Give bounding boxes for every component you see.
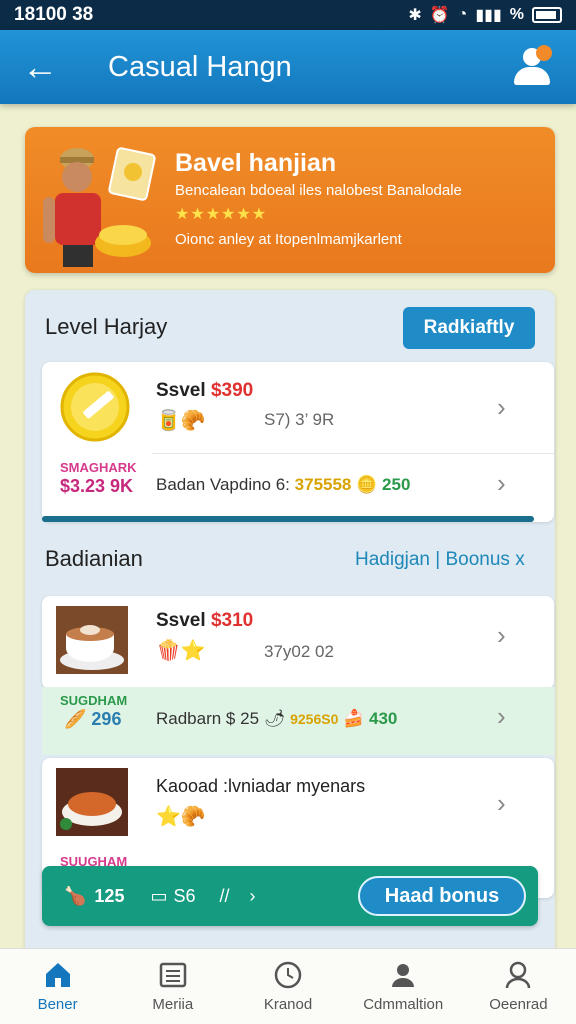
chevron-right-icon[interactable]: › <box>497 701 506 732</box>
badian-item3-title: Kaooad :lvniadar myenars <box>156 776 366 796</box>
wifi-icon: ◔ <box>457 6 468 23</box>
food-icons: 🥫🥐 <box>156 410 206 432</box>
chevron-right-icon[interactable]: › <box>497 620 506 651</box>
nav-item-home[interactable]: Bener <box>0 949 115 1024</box>
banner-rating-stars: ★★★★★★ <box>175 206 268 223</box>
person-badge-icon <box>392 964 415 987</box>
coffee-cup-icon <box>56 606 128 674</box>
nav-item-community[interactable]: Cdmmaltion <box>346 949 461 1024</box>
nav-label: Meriia <box>152 996 194 1013</box>
food-icons: ⭐🥐 <box>156 806 206 828</box>
promo-banner[interactable]: Bavel hanjian Bencalean bdoeal iles nalo… <box>25 127 555 273</box>
back-arrow-icon[interactable]: ← <box>22 49 68 85</box>
badian-detail-row: Radbarn $ 25 🌶 9256S0 🍰 430 <box>156 709 398 728</box>
level-tag-value: $3.23 9K <box>60 476 134 496</box>
battery-percent: % <box>509 6 524 23</box>
bonus-separator: // <box>219 885 230 906</box>
cake-icon: 🍰 <box>343 709 365 728</box>
badian-tag-value: 🥖 296 <box>64 709 122 729</box>
user-icon <box>506 961 531 989</box>
level-item-title: Ssvel $390 <box>156 380 254 401</box>
level-progress-bar <box>42 516 534 522</box>
nav-label: Bener <box>37 996 78 1013</box>
badian-tabs-link[interactable]: Hadigjan | Boonus x <box>355 549 525 571</box>
menu-list-icon <box>159 962 187 988</box>
coin-stack-icon: 🪙 <box>356 475 378 494</box>
status-bar: 18100 38 ✱ ⏰ ◔ ▮▮▮ % <box>0 0 576 30</box>
status-icons: ✱ ⏰ ◔ ▮▮▮ % <box>408 5 562 25</box>
chevron-right-icon[interactable]: › <box>250 886 256 907</box>
nav-item-menu[interactable]: Meriia <box>115 949 230 1024</box>
status-time: 18100 38 <box>14 4 94 25</box>
level-card: Ssvel $390 🥫🥐 S7) 3’ 9R › SMAGHARK $3.23… <box>42 362 554 522</box>
badian-tag: SUGDHAM <box>60 693 128 708</box>
level-action-button[interactable]: Radkiaftly <box>403 307 535 349</box>
meat-icon: 🍗 <box>64 885 87 906</box>
nav-item-clock[interactable]: Kranod <box>230 949 345 1024</box>
divider <box>152 453 554 454</box>
list-item[interactable]: SUGDHAM 🥖 296 Radbarn $ 25 🌶 9256S0 🍰 43… <box>42 687 554 755</box>
level-detail-row: Badan Vapdino 6: 375558 🪙 250 <box>156 475 411 494</box>
bonus-count-b: S6 <box>173 885 196 906</box>
banner-subtitle: Bencalean bdoeal iles nalobest Banalodal… <box>175 182 462 199</box>
banner-note: Oionc anley at Itopenlmamjkarlent <box>175 231 402 248</box>
bluetooth-icon: ✱ <box>408 7 422 24</box>
food-icons: 🍿⭐ <box>156 640 206 662</box>
banner-title: Bavel hanjian <box>175 149 337 177</box>
level-tag-label: SMAGHARK <box>60 460 137 475</box>
head-bonus-button[interactable]: Haad bonus <box>358 876 526 916</box>
badian-item-title: Ssvel $310 <box>156 610 254 631</box>
chef-mascot-icon <box>43 147 156 267</box>
nav-item-profile[interactable]: Oeenrad <box>461 949 576 1024</box>
box-icon: ▭ <box>150 885 168 906</box>
badian-section-title: Badianian <box>45 546 143 571</box>
level-item-sub: S7) 3’ 9R <box>264 410 335 429</box>
alarm-icon: ⏰ <box>429 7 450 24</box>
bonus-count-a: 125 <box>94 885 125 906</box>
signal-icon: ▮▮▮ <box>475 7 502 24</box>
battery-icon <box>532 7 562 23</box>
profile-icon[interactable] <box>510 45 554 89</box>
badian-item-sub: 37y02 02 <box>264 642 334 661</box>
home-icon <box>45 963 70 987</box>
bottom-nav: Bener Meriia Kranod Cdmmaltion Oeenrad <box>0 948 576 1024</box>
food-bowl-icon <box>56 768 128 836</box>
pencil-coin-icon <box>60 372 130 442</box>
nav-label: Kranod <box>263 996 313 1013</box>
nav-label: Oeenrad <box>489 996 548 1013</box>
main-panel: Level Harjay Radkiaftly Ssvel $390 🥫🥐 S7… <box>25 290 555 950</box>
nav-label: Cdmmaltion <box>363 996 444 1013</box>
list-item[interactable]: Ssvel $310 🍿⭐ 37y02 02 › <box>42 596 554 689</box>
level-section-title: Level Harjay <box>45 314 168 339</box>
bonus-bar: 🍗 125 ▭ S6 // › Haad bonus <box>42 866 538 926</box>
clock-icon <box>274 961 302 989</box>
chevron-right-icon[interactable]: › <box>497 788 506 819</box>
chevron-right-icon[interactable]: › <box>497 468 506 499</box>
chili-icon: 🌶 <box>263 709 286 728</box>
page-title: Casual Hangn <box>108 50 292 83</box>
app-bar: ← Casual Hangn <box>0 30 576 104</box>
chevron-right-icon[interactable]: › <box>497 392 506 423</box>
